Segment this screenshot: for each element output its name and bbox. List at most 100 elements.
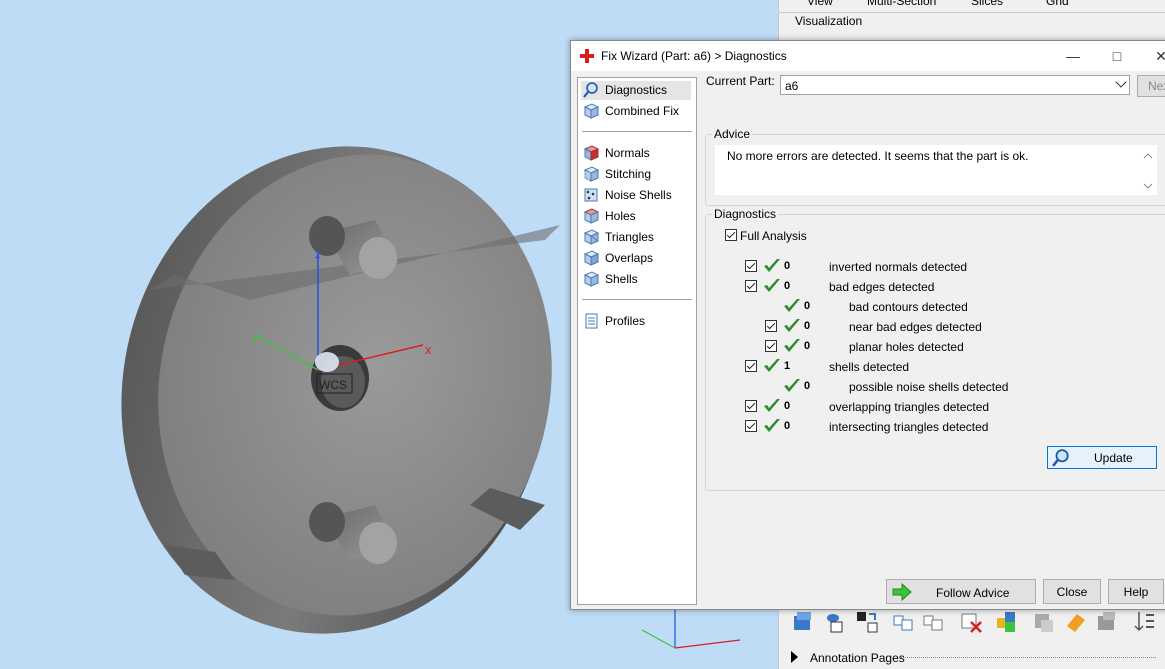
full-analysis-checkbox[interactable] [725, 229, 737, 241]
diagnostic-count: 0 [784, 260, 791, 272]
advice-label: Advice [712, 127, 753, 141]
magnifier-icon [1052, 449, 1069, 467]
diagnostic-count: 0 [804, 380, 811, 392]
tab-grid[interactable]: Grid [1046, 0, 1069, 8]
diagnostic-count: 1 [784, 360, 791, 372]
diagnostic-checkbox[interactable] [745, 260, 757, 272]
diagnostic-text: near bad edges detected [849, 320, 982, 334]
tab-view[interactable]: View [807, 0, 833, 8]
green-check-icon [764, 399, 780, 412]
wcs-label: WCS [319, 378, 347, 392]
sort-icon[interactable] [1133, 610, 1157, 634]
close-button[interactable]: Close [1043, 579, 1101, 604]
box-view-icon[interactable] [791, 610, 815, 634]
wizard-nav: Diagnostics Combined Fix Normals Stitchi… [577, 77, 697, 605]
nav-item-diagnostics[interactable]: Diagnostics [581, 81, 691, 100]
arrow-right-icon [892, 582, 912, 602]
holes-icon [583, 208, 599, 224]
storage-icon[interactable] [1095, 610, 1119, 634]
diagnostic-text: intersecting triangles detected [829, 420, 989, 434]
stitching-icon [583, 166, 599, 182]
green-check-icon [764, 359, 780, 372]
diagnostic-checkbox[interactable] [765, 340, 777, 352]
chevron-down-icon [1115, 76, 1127, 88]
cube-group-icon[interactable] [921, 610, 945, 634]
nav-item-profiles[interactable]: Profiles [581, 312, 691, 331]
shells-icon [583, 271, 599, 287]
diagnostic-checkbox[interactable] [745, 420, 757, 432]
cube-icon [583, 103, 599, 119]
next-button[interactable]: Next [1137, 75, 1165, 97]
dialog-title: Fix Wizard (Part: a6) > Diagnostics [601, 49, 787, 63]
delete-part-icon[interactable] [959, 610, 983, 634]
tab-multi-section[interactable]: Multi-Section [867, 0, 936, 8]
diagnostics-label: Diagnostics [712, 207, 779, 221]
magnifier-icon [583, 82, 598, 98]
full-analysis-label: Full Analysis [740, 229, 807, 243]
update-button[interactable]: Update [1047, 446, 1157, 469]
diagnostic-text: inverted normals detected [829, 260, 968, 274]
nav-item-combined-fix[interactable]: Combined Fix [581, 102, 691, 121]
red-cross-icon [580, 49, 594, 63]
green-check-icon [784, 339, 800, 352]
diagnostic-text: overlapping triangles detected [829, 400, 990, 414]
colored-parts-icon[interactable] [995, 610, 1019, 634]
overlaps-icon [583, 250, 599, 266]
diagnostic-text: possible noise shells detected [849, 380, 1009, 394]
diagnostic-checkbox[interactable] [745, 280, 757, 292]
diagnostic-checkbox[interactable] [745, 400, 757, 412]
nav-item-stitching[interactable]: Stitching [581, 165, 691, 184]
diagnostic-count: 0 [784, 400, 791, 412]
diagnostic-count: 0 [804, 320, 811, 332]
annotation-pages-label: Annotation Pages [810, 651, 905, 665]
expand-arrow-icon[interactable] [791, 651, 798, 663]
noise-shells-icon [584, 188, 598, 202]
nav-item-noise-shells[interactable]: Noise Shells [581, 186, 691, 205]
visualization-label: Visualization [795, 14, 863, 28]
diagnostic-text: bad contours detected [849, 300, 968, 314]
diagnostic-count: 0 [804, 300, 811, 312]
advice-text: No more errors are detected. It seems th… [727, 149, 1029, 163]
normals-cube-icon [583, 145, 599, 161]
diagnostic-count: 0 [804, 340, 811, 352]
annotation-pages-bar[interactable]: Annotation Pages [779, 646, 1165, 669]
panel-tabs: View Multi-Section Slices Grid [779, 0, 1165, 13]
axis-z-label: z [315, 247, 321, 261]
axis-x-label: x [425, 342, 432, 357]
green-check-icon [764, 279, 780, 292]
diagnostic-text: planar holes detected [849, 340, 964, 354]
document-icon [585, 313, 598, 329]
nav-item-shells[interactable]: Shells [581, 270, 691, 289]
triangles-icon [583, 229, 599, 245]
cube-select-icon[interactable] [891, 610, 915, 634]
swap-icon[interactable] [855, 610, 879, 634]
green-check-icon [764, 259, 780, 272]
close-window-button[interactable]: ✕ [1139, 41, 1165, 71]
diagnostic-text: bad edges detected [829, 280, 935, 294]
follow-advice-button[interactable]: Follow Advice [886, 579, 1036, 604]
minimize-button[interactable]: — [1051, 41, 1095, 71]
label-icon[interactable] [1063, 610, 1087, 634]
help-button[interactable]: Help [1108, 579, 1164, 604]
maximize-button[interactable]: □ [1095, 41, 1139, 71]
green-check-icon [764, 419, 780, 432]
nav-item-normals[interactable]: Normals [581, 144, 691, 163]
fix-wizard-dialog: Fix Wizard (Part: a6) > Diagnostics — □ … [570, 40, 1165, 610]
advice-textbox: No more errors are detected. It seems th… [715, 145, 1157, 195]
diagnostic-checkbox[interactable] [745, 360, 757, 372]
nav-item-triangles[interactable]: Triangles [581, 228, 691, 247]
current-part-label: Current Part: [706, 74, 775, 88]
tab-slices[interactable]: Slices [971, 0, 1003, 8]
nav-item-holes[interactable]: Holes [581, 207, 691, 226]
green-check-icon [784, 379, 800, 392]
green-check-icon [784, 319, 800, 332]
diagnostic-checkbox[interactable] [765, 320, 777, 332]
visibility-icon[interactable] [825, 610, 849, 634]
advice-scrollbar[interactable] [1141, 149, 1155, 193]
diagnostic-count: 0 [784, 280, 791, 292]
green-check-icon [784, 299, 800, 312]
nav-item-overlaps[interactable]: Overlaps [581, 249, 691, 268]
part-grey-icon[interactable] [1031, 610, 1055, 634]
title-bar[interactable]: Fix Wizard (Part: a6) > Diagnostics — □ … [571, 41, 1165, 71]
current-part-select[interactable]: a6 [780, 75, 1130, 95]
